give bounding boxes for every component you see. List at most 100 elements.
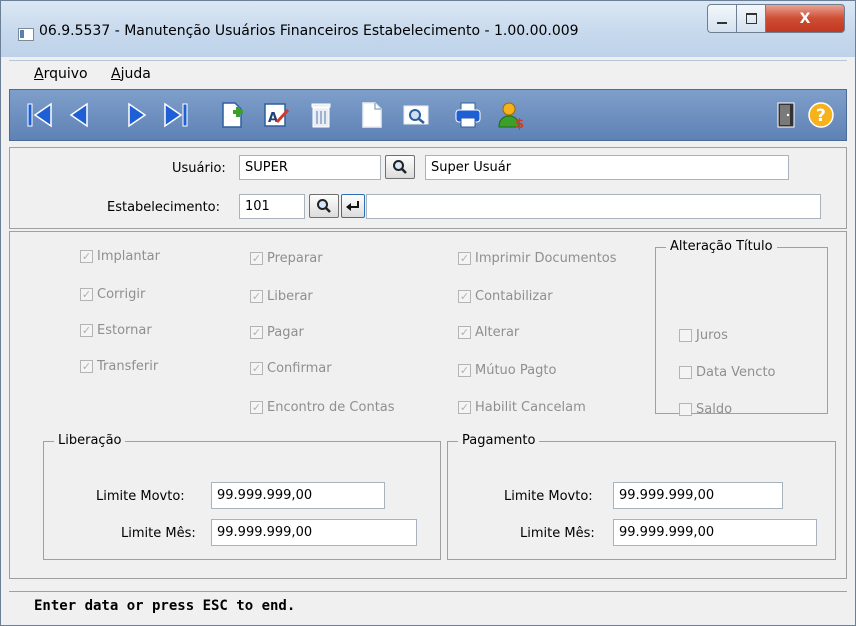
alteracao-titulo-title: Alteração Título: [666, 239, 777, 254]
svg-text:A: A: [268, 111, 278, 126]
checkmark-icon: ✓: [250, 326, 263, 339]
checkbox-encontro-de-contas[interactable]: ✓ Encontro de Contas: [250, 400, 395, 415]
checkbox-label: Encontro de Contas: [267, 400, 395, 415]
last-record-button[interactable]: [160, 98, 192, 132]
new-doc-icon: [362, 102, 382, 128]
usuario-search-button[interactable]: [385, 155, 415, 179]
add-icon: [222, 102, 243, 128]
checkbox-label: Contabilizar: [475, 289, 553, 304]
estabelecimento-label: Estabelecimento:: [107, 200, 221, 215]
alteracao-titulo-group: Alteração Título Juros Data Vencto Saldo: [655, 239, 828, 417]
checkbox-label: Corrigir: [97, 287, 146, 302]
menu-arquivo-accel: A: [34, 66, 44, 82]
checkbox-contabilizar[interactable]: ✓ Contabilizar: [458, 289, 553, 304]
estabelecimento-search-button[interactable]: [309, 194, 339, 218]
close-button[interactable]: X: [765, 4, 845, 33]
zoom-button[interactable]: [400, 98, 432, 132]
checkmark-icon: ✓: [458, 252, 471, 265]
checkbox-box: [679, 366, 692, 379]
print-button[interactable]: [452, 98, 484, 132]
add-record-button[interactable]: [216, 98, 248, 132]
delete-record-button[interactable]: [305, 98, 337, 132]
checkbox-label: Transferir: [97, 359, 159, 374]
pagamento-limite-movto-label: Limite Movto:: [504, 489, 593, 504]
estabelecimento-return-button[interactable]: [341, 194, 365, 218]
checkbox-label: Liberar: [267, 289, 313, 304]
user-finance-button[interactable]: $: [496, 98, 528, 132]
menu-arquivo[interactable]: Arquivo: [34, 66, 88, 82]
checkmark-icon: ✓: [250, 362, 263, 375]
checkbox-alterar[interactable]: ✓ Alterar: [458, 325, 519, 340]
checkbox-transferir[interactable]: ✓ Transferir: [80, 359, 158, 374]
checkbox-preparar[interactable]: ✓ Preparar: [250, 251, 323, 266]
checkbox-mutuo-pagto[interactable]: ✓ Mútuo Pagto: [458, 363, 556, 378]
checkbox-label: Pagar: [267, 325, 304, 340]
svg-text:$: $: [515, 117, 524, 130]
status-bar: Enter data or press ESC to end.: [9, 591, 847, 621]
checkmark-icon: ✓: [250, 252, 263, 265]
toolbar: A $ ?: [9, 89, 847, 141]
minimize-icon: [717, 21, 727, 24]
checkmark-icon: ✓: [458, 364, 471, 377]
next-record-button[interactable]: [120, 98, 152, 132]
minimize-button[interactable]: [707, 4, 737, 33]
header-panel: Usuário: SUPER Super Usuár Estabelecimen…: [9, 147, 847, 229]
zoom-icon: [403, 105, 429, 125]
liberacao-limite-movto-label: Limite Movto:: [96, 489, 185, 504]
svg-text:?: ?: [816, 106, 826, 126]
print-icon: [455, 102, 481, 128]
liberacao-group: Liberação Limite Movto: 99.999.999,00 Li…: [43, 433, 441, 560]
main-panel: ✓ Implantar ✓ Corrigir ✓ Estornar ✓ Transfer…: [9, 231, 847, 579]
app-icon: [18, 28, 34, 41]
help-icon: ?: [808, 102, 834, 128]
estabelecimento-input[interactable]: 101: [239, 194, 305, 219]
liberacao-limite-mes-label: Limite Mês:: [121, 526, 196, 541]
checkbox-corrigir[interactable]: ✓ Corrigir: [80, 287, 145, 302]
status-text: Enter data or press ESC to end.: [34, 598, 296, 614]
checkbox-implantar[interactable]: ✓ Implantar: [80, 249, 160, 264]
app-window: 06.9.5537 - Manutenção Usuários Financei…: [0, 0, 856, 626]
checkbox-saldo[interactable]: Saldo: [679, 402, 732, 417]
checkbox-juros[interactable]: Juros: [679, 328, 728, 343]
checkbox-label: Implantar: [97, 249, 160, 264]
exit-button[interactable]: [770, 98, 802, 132]
close-icon: X: [799, 10, 811, 27]
liberacao-limite-mes-input[interactable]: 99.999.999,00: [211, 519, 417, 546]
checkbox-pagar[interactable]: ✓ Pagar: [250, 325, 304, 340]
checkbox-label: Confirmar: [267, 361, 332, 376]
checkbox-liberar[interactable]: ✓ Liberar: [250, 289, 313, 304]
return-arrow-icon: [346, 201, 359, 211]
checkbox-confirmar[interactable]: ✓ Confirmar: [250, 361, 332, 376]
pagamento-limite-mes-input[interactable]: 99.999.999,00: [613, 519, 817, 546]
checkbox-label: Mútuo Pagto: [475, 363, 557, 378]
menu-ajuda-accel: A: [111, 66, 121, 82]
checkbox-data-vencto[interactable]: Data Vencto: [679, 365, 776, 380]
pagamento-title: Pagamento: [458, 433, 540, 448]
pagamento-limite-movto-input[interactable]: 99.999.999,00: [613, 482, 783, 509]
checkbox-box: [679, 403, 692, 416]
edit-icon: A: [264, 103, 290, 127]
menu-bar: Arquivo Ajuda: [9, 60, 847, 88]
first-record-button[interactable]: [24, 98, 56, 132]
edit-record-button[interactable]: A: [260, 98, 292, 132]
liberacao-limite-movto-input[interactable]: 99.999.999,00: [211, 482, 385, 509]
checkmark-icon: ✓: [80, 288, 93, 301]
prev-record-button[interactable]: [64, 98, 96, 132]
last-icon: [164, 102, 188, 128]
checkbox-imprimir-documentos[interactable]: ✓ Imprimir Documentos: [458, 251, 617, 266]
new-document-button[interactable]: [356, 98, 388, 132]
first-icon: [27, 102, 52, 128]
checkmark-icon: ✓: [80, 360, 93, 373]
window-title: 06.9.5537 - Manutenção Usuários Financei…: [39, 23, 579, 39]
maximize-button[interactable]: [736, 4, 766, 33]
help-button[interactable]: ?: [805, 98, 837, 132]
checkmark-icon: ✓: [458, 326, 471, 339]
checkbox-habilit-cancelam[interactable]: ✓ Habilit Cancelam: [458, 400, 586, 415]
checkbox-estornar[interactable]: ✓ Estornar: [80, 323, 152, 338]
checkbox-label: Imprimir Documentos: [475, 251, 617, 266]
menu-ajuda[interactable]: Ajuda: [111, 66, 151, 82]
user-dollar-icon: $: [498, 102, 524, 130]
usuario-input[interactable]: SUPER: [239, 155, 381, 180]
checkbox-label: Data Vencto: [696, 365, 776, 380]
checkmark-icon: ✓: [250, 401, 263, 414]
